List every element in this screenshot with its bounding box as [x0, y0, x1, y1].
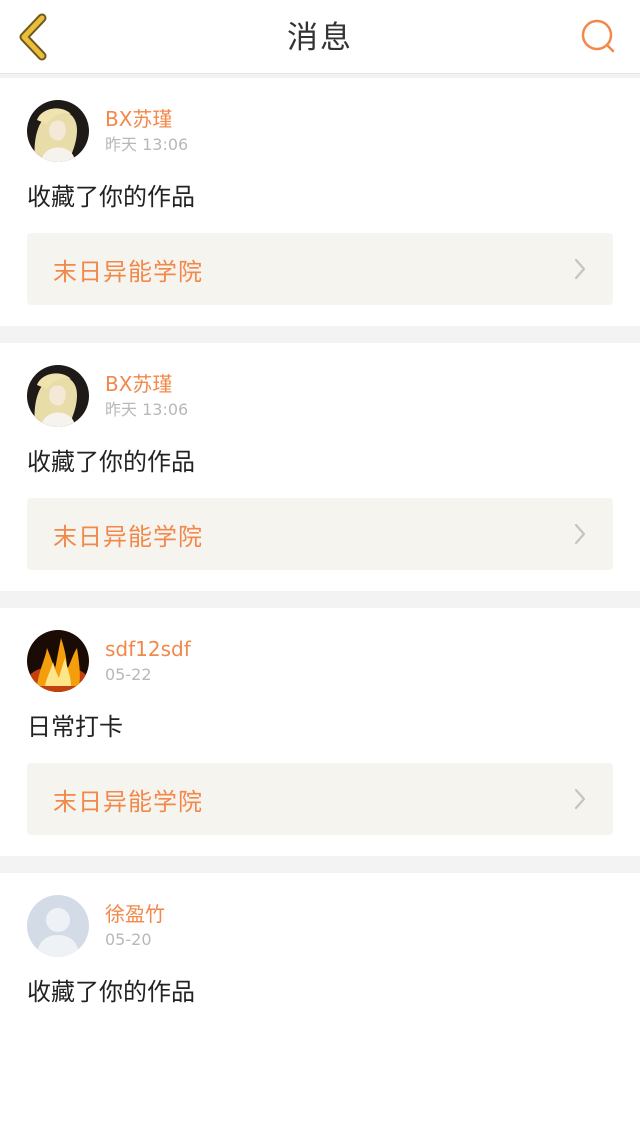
blonde-portrait-avatar-image: [27, 100, 89, 162]
avatar[interactable]: [27, 365, 89, 427]
message-list: BX苏瑾 昨天 13:06 收藏了你的作品 末日异能学院 BX苏瑾 昨天 13:…: [0, 74, 640, 1121]
work-link[interactable]: 末日异能学院: [27, 498, 613, 570]
timestamp: 昨天 13:06: [105, 400, 189, 419]
search-icon: [581, 19, 615, 53]
fire-avatar-image: [27, 630, 89, 692]
work-link[interactable]: 末日异能学院: [27, 233, 613, 305]
message-header: sdf12sdf 05-22: [27, 630, 613, 692]
work-title: 末日异能学院: [53, 257, 203, 286]
avatar[interactable]: [27, 630, 89, 692]
message-card: 徐盈竹 05-20 收藏了你的作品: [0, 873, 640, 1121]
message-text: 日常打卡: [27, 713, 123, 741]
timestamp: 05-22: [105, 665, 152, 684]
message-text: 收藏了你的作品: [27, 183, 195, 211]
username[interactable]: sdf12sdf: [105, 636, 191, 662]
work-link[interactable]: 末日异能学院: [27, 763, 613, 835]
default-user-avatar-image: [27, 895, 89, 957]
username[interactable]: 徐盈竹: [105, 901, 165, 927]
timestamp: 昨天 13:06: [105, 135, 189, 154]
chevron-right-icon: [574, 523, 586, 545]
message-card: BX苏瑾 昨天 13:06 收藏了你的作品 末日异能学院: [0, 343, 640, 591]
username[interactable]: BX苏瑾: [105, 106, 188, 132]
message-header: BX苏瑾 昨天 13:06: [27, 100, 613, 162]
message-card: BX苏瑾 昨天 13:06 收藏了你的作品 末日异能学院: [0, 78, 640, 326]
message-meta: BX苏瑾 昨天 13:06: [105, 371, 188, 421]
work-title: 末日异能学院: [53, 522, 203, 551]
work-title: 末日异能学院: [53, 787, 203, 816]
search-button[interactable]: [578, 17, 618, 57]
message-header: 徐盈竹 05-20: [27, 895, 613, 957]
page-title: 消息: [287, 20, 353, 56]
timestamp: 05-20: [105, 930, 152, 949]
message-text: 收藏了你的作品: [27, 448, 195, 476]
message-meta: 徐盈竹 05-20: [105, 901, 165, 951]
message-meta: sdf12sdf 05-22: [105, 636, 191, 686]
message-text: 收藏了你的作品: [27, 978, 195, 1006]
avatar[interactable]: [27, 895, 89, 957]
top-bar: 消息: [0, 0, 640, 74]
message-card: sdf12sdf 05-22 日常打卡 末日异能学院: [0, 608, 640, 856]
blonde-portrait-avatar-image: [27, 365, 89, 427]
chevron-right-icon: [574, 258, 586, 280]
message-header: BX苏瑾 昨天 13:06: [27, 365, 613, 427]
chevron-right-icon: [574, 788, 586, 810]
avatar[interactable]: [27, 100, 89, 162]
message-meta: BX苏瑾 昨天 13:06: [105, 106, 188, 156]
username[interactable]: BX苏瑾: [105, 371, 188, 397]
